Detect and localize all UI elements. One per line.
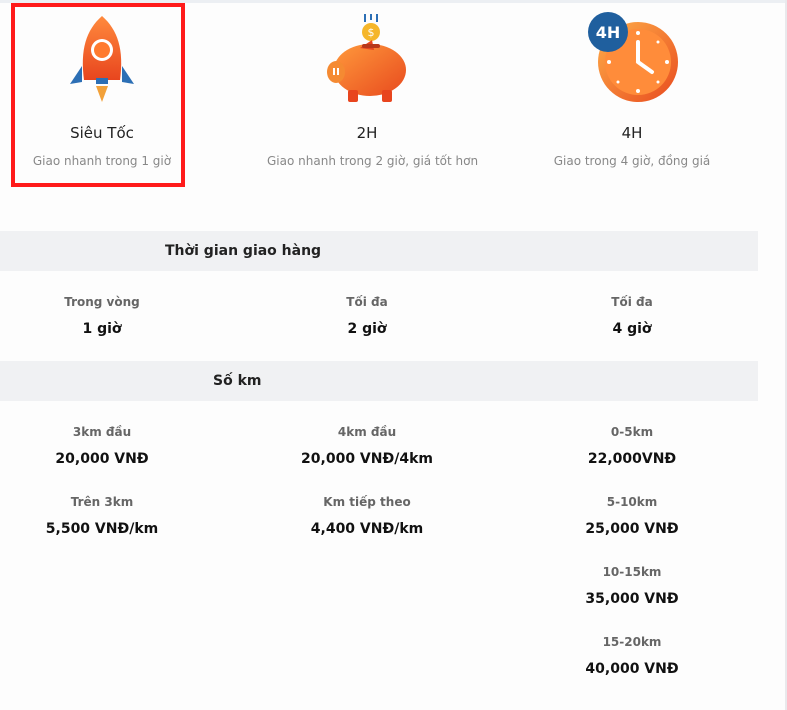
distance-row: Trên 3km 5,500 VNĐ/km [2, 495, 202, 537]
service-description: Giao trong 4 giờ, đồng giá [553, 154, 711, 168]
distance-row: 5-10km 25,000 VNĐ [532, 495, 732, 537]
cell-value: 20,000 VNĐ/4km [301, 451, 433, 467]
cell-label: 15-20km [602, 635, 662, 649]
cell-value: 40,000 VNĐ [585, 661, 679, 677]
cell-value: 2 giờ [347, 321, 387, 337]
cell-label: Km tiếp theo [323, 495, 411, 509]
delivery-time-col-2h: Tối đa 2 giờ [267, 295, 467, 337]
cell-value: 1 giờ [82, 321, 122, 337]
distance-row: 3km đầu 20,000 VNĐ [2, 425, 202, 467]
cell-value: 20,000 VNĐ [55, 451, 149, 467]
cell-label: Trên 3km [70, 495, 134, 509]
cell-value: 4 giờ [612, 321, 652, 337]
distance-row: Km tiếp theo 4,400 VNĐ/km [267, 495, 467, 537]
service-option-4h[interactable]: 4H 4H Giao trong 4 giờ, đồng giá [532, 12, 732, 168]
cell-value: 5,500 VNĐ/km [45, 521, 159, 537]
cell-label: 3km đầu [72, 425, 132, 439]
delivery-time-col-4h: Tối đa 4 giờ [532, 295, 732, 337]
distance-row: 10-15km 35,000 VNĐ [532, 565, 732, 607]
service-option-2h[interactable]: $ 2H Giao nhanh trong 2 giờ, giá tốt hơn [267, 14, 479, 168]
cell-label: 0-5km [610, 425, 654, 439]
cell-label: Tối đa [611, 295, 653, 309]
service-title: 2H [356, 124, 378, 142]
section-heading: Số km [213, 373, 262, 389]
cell-label: 4km đầu [337, 425, 397, 439]
cell-label: 10-15km [602, 565, 662, 579]
cell-label: 5-10km [606, 495, 658, 509]
cell-value: 25,000 VNĐ [585, 521, 679, 537]
section-heading: Thời gian giao hàng [165, 243, 322, 259]
clock-4h-icon: 4H [588, 12, 678, 102]
distance-row: 4km đầu 20,000 VNĐ/4km [267, 425, 467, 467]
cell-value: 35,000 VNĐ [585, 591, 679, 607]
delivery-time-col-sieu-toc: Trong vòng 1 giờ [2, 295, 202, 337]
svg-text:$: $ [368, 26, 375, 39]
piggy-bank-icon: $ [327, 14, 406, 102]
cell-label: Tối đa [346, 295, 388, 309]
cell-value: 4,400 VNĐ/km [310, 521, 424, 537]
cell-label: Trong vòng [64, 295, 140, 309]
service-title: 4H [621, 124, 643, 142]
service-description: Giao nhanh trong 2 giờ, giá tốt hơn [267, 154, 479, 168]
clock-badge-text: 4H [596, 23, 621, 42]
distance-row: 0-5km 22,000VNĐ [532, 425, 732, 467]
selected-indicator [11, 3, 185, 187]
delivery-time-header: Thời gian giao hàng [0, 231, 758, 271]
distance-row: 15-20km 40,000 VNĐ [532, 635, 732, 677]
cell-value: 22,000VNĐ [587, 451, 677, 467]
distance-header: Số km [0, 361, 758, 401]
